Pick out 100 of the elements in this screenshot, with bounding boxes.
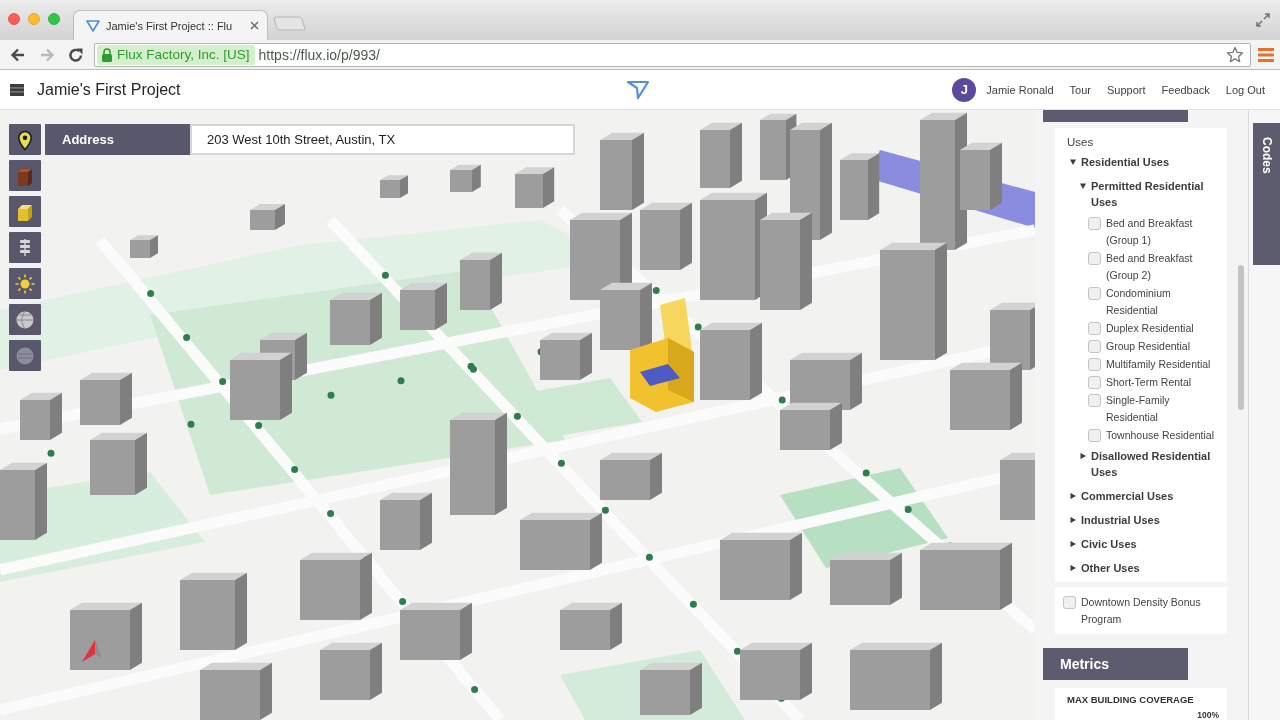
building[interactable] bbox=[920, 112, 967, 250]
checkbox[interactable] bbox=[1088, 321, 1101, 335]
building[interactable] bbox=[400, 282, 447, 330]
user-name-link[interactable]: Jamie Ronald bbox=[986, 83, 1054, 96]
window-maximize-icon[interactable] bbox=[48, 13, 60, 25]
checkbox-label[interactable]: Bed and Breakfast (Group 2) bbox=[1106, 249, 1223, 284]
user-avatar[interactable]: J bbox=[952, 77, 977, 102]
building[interactable] bbox=[840, 153, 880, 220]
expand-icon[interactable] bbox=[1256, 13, 1270, 27]
building[interactable] bbox=[70, 602, 142, 670]
building[interactable] bbox=[740, 642, 812, 700]
building[interactable] bbox=[700, 322, 762, 400]
building[interactable] bbox=[320, 642, 382, 700]
building[interactable] bbox=[920, 542, 1012, 610]
nav-link[interactable]: Tour bbox=[1069, 83, 1091, 96]
checkbox[interactable] bbox=[1088, 428, 1101, 442]
tree-group-item[interactable]: Commercial Uses bbox=[1067, 484, 1223, 508]
checkbox[interactable] bbox=[1088, 339, 1101, 353]
building[interactable] bbox=[880, 242, 947, 360]
building[interactable] bbox=[600, 132, 644, 210]
building[interactable] bbox=[380, 175, 408, 198]
building[interactable] bbox=[90, 432, 147, 495]
building[interactable] bbox=[640, 662, 702, 715]
building[interactable] bbox=[460, 252, 502, 310]
address-field[interactable]: 203 West 10th Street, Austin, TX bbox=[190, 124, 575, 155]
tree-group-item[interactable]: Disallowed Residential Uses bbox=[1067, 444, 1223, 484]
tree bbox=[219, 377, 227, 385]
url-text[interactable]: https://flux.io/p/993/ bbox=[258, 46, 1222, 63]
checkbox-label[interactable]: Downtown Density Bonus Program bbox=[1081, 593, 1219, 628]
checkbox[interactable] bbox=[1088, 251, 1101, 265]
checkbox-label[interactable]: Duplex Residential bbox=[1106, 319, 1194, 337]
building[interactable] bbox=[950, 362, 1022, 430]
tool-button[interactable] bbox=[9, 196, 41, 227]
selected-building[interactable] bbox=[630, 298, 694, 412]
checkbox[interactable] bbox=[1088, 216, 1101, 230]
building[interactable] bbox=[1000, 452, 1035, 520]
building[interactable] bbox=[130, 235, 158, 258]
building[interactable] bbox=[700, 122, 742, 188]
building[interactable] bbox=[330, 292, 382, 345]
checkbox-label[interactable]: Townhouse Residential bbox=[1106, 426, 1214, 444]
building[interactable] bbox=[600, 452, 662, 500]
building[interactable] bbox=[20, 392, 62, 440]
tree bbox=[733, 647, 741, 655]
star-icon[interactable] bbox=[1226, 45, 1244, 64]
building[interactable] bbox=[570, 212, 632, 300]
building[interactable] bbox=[400, 602, 472, 660]
checkbox-label[interactable]: Condominium Residential bbox=[1106, 284, 1223, 319]
building[interactable] bbox=[230, 352, 292, 420]
building[interactable] bbox=[0, 462, 47, 540]
checkbox-label[interactable]: Group Residential bbox=[1106, 337, 1191, 355]
checkbox[interactable] bbox=[1088, 393, 1101, 407]
building[interactable] bbox=[450, 164, 481, 192]
nav-link[interactable]: Log Out bbox=[1225, 83, 1265, 96]
address-bar[interactable]: Flux Factory, Inc. [US] https://flux.io/p/993/ bbox=[94, 42, 1251, 67]
scrollbar-thumb[interactable] bbox=[1238, 265, 1244, 410]
logo-icon[interactable] bbox=[625, 79, 650, 100]
checkbox[interactable] bbox=[1088, 286, 1101, 300]
building[interactable] bbox=[760, 212, 812, 310]
building[interactable] bbox=[200, 662, 272, 720]
building[interactable] bbox=[640, 202, 692, 270]
building[interactable] bbox=[300, 552, 372, 620]
building[interactable] bbox=[380, 492, 432, 550]
checkbox-label[interactable]: Short-Term Rental bbox=[1106, 373, 1192, 391]
building[interactable] bbox=[830, 552, 902, 605]
building[interactable] bbox=[790, 352, 862, 410]
tree-group-item[interactable]: Civic Uses bbox=[1067, 532, 1223, 556]
checkbox-label[interactable]: Multifamily Residential bbox=[1106, 355, 1211, 373]
browser-tab[interactable]: Jamie's First Project :: Flu bbox=[73, 10, 268, 40]
building[interactable] bbox=[600, 282, 652, 350]
nav-link[interactable]: Support bbox=[1107, 83, 1146, 96]
nav-link[interactable]: Feedback bbox=[1161, 83, 1210, 96]
building[interactable] bbox=[720, 532, 802, 600]
checkbox-label[interactable]: Single-Family Residential bbox=[1106, 391, 1223, 426]
building[interactable] bbox=[780, 402, 842, 450]
building[interactable] bbox=[250, 204, 285, 230]
tree-group-item[interactable]: Industrial Uses bbox=[1067, 508, 1223, 532]
tree-group-item[interactable]: Other Uses bbox=[1067, 556, 1223, 580]
building[interactable] bbox=[520, 512, 602, 570]
tree-group-item[interactable]: Permitted Residential Uses bbox=[1067, 174, 1223, 214]
checkbox[interactable] bbox=[1088, 375, 1101, 389]
building[interactable] bbox=[700, 192, 767, 300]
tree-group-item[interactable]: Residential Uses bbox=[1067, 150, 1223, 174]
building[interactable] bbox=[515, 167, 555, 208]
checkbox-label[interactable]: Bed and Breakfast (Group 1) bbox=[1106, 214, 1223, 249]
codes-tab[interactable]: Codes bbox=[1253, 123, 1280, 265]
building[interactable] bbox=[80, 372, 132, 425]
building[interactable] bbox=[850, 642, 942, 710]
building[interactable] bbox=[180, 572, 247, 650]
menu-icon[interactable] bbox=[10, 83, 24, 96]
checkbox[interactable] bbox=[1063, 595, 1076, 609]
building[interactable] bbox=[990, 302, 1035, 370]
tool-button[interactable] bbox=[9, 124, 41, 155]
window-close-icon[interactable] bbox=[8, 13, 20, 25]
metrics-header[interactable]: Metrics bbox=[1043, 648, 1188, 680]
checkbox[interactable] bbox=[1088, 357, 1101, 371]
building[interactable] bbox=[450, 412, 507, 515]
building[interactable] bbox=[960, 142, 1002, 210]
building[interactable] bbox=[560, 602, 622, 650]
close-icon[interactable] bbox=[250, 21, 259, 30]
building[interactable] bbox=[540, 332, 592, 380]
